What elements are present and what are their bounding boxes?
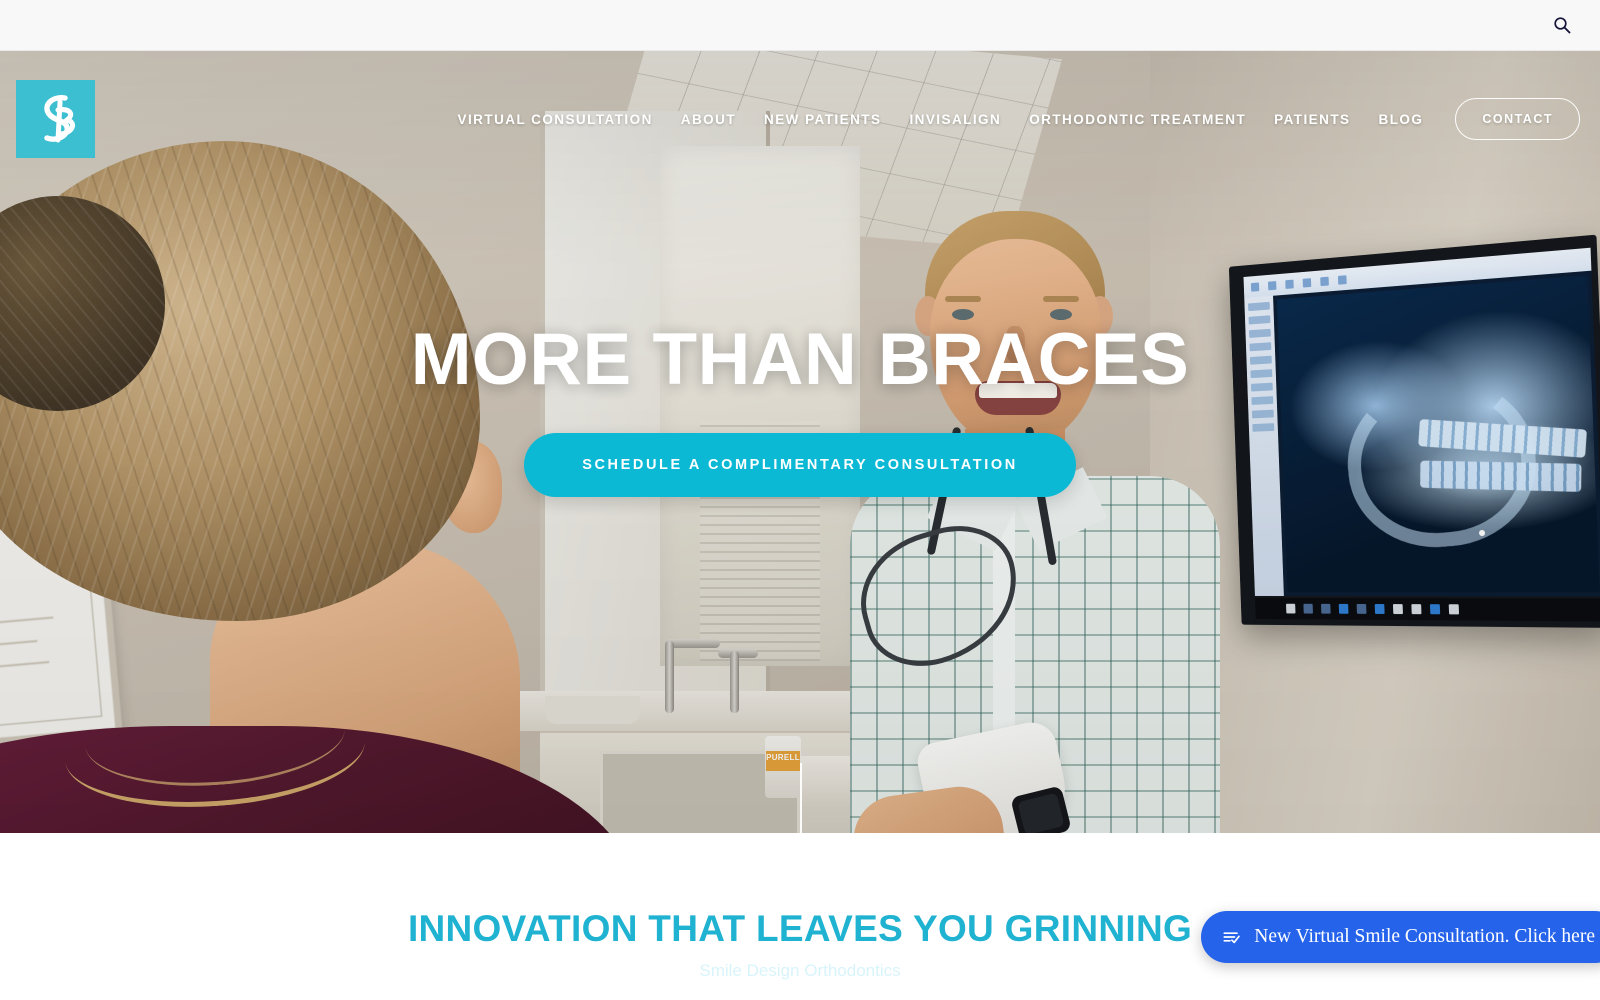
nav-new-patients[interactable]: NEW PATIENTS bbox=[750, 112, 895, 127]
nav-patients[interactable]: PATIENTS bbox=[1260, 112, 1364, 127]
sb-monogram-icon bbox=[43, 95, 75, 143]
sb-monogram-logo[interactable] bbox=[16, 80, 95, 158]
virtual-consultation-cta[interactable]: New Virtual Smile Consultation. Click he… bbox=[1201, 911, 1600, 963]
section-subheading: Smile Design Orthodontics bbox=[699, 961, 901, 980]
nav-orthodontic-treatment[interactable]: ORTHODONTIC TREATMENT bbox=[1015, 112, 1260, 127]
contact-button[interactable]: CONTACT bbox=[1455, 98, 1580, 140]
site-header: VIRTUAL CONSULTATION ABOUT NEW PATIENTS … bbox=[0, 51, 1600, 187]
search-icon bbox=[1554, 17, 1571, 34]
nav-blog[interactable]: BLOG bbox=[1365, 112, 1438, 127]
search-button[interactable] bbox=[1542, 5, 1582, 45]
nav-virtual-consultation[interactable]: VIRTUAL CONSULTATION bbox=[444, 112, 667, 127]
top-utility-bar bbox=[0, 0, 1600, 51]
hero-title: MORE THAN BRACES bbox=[410, 318, 1190, 400]
main-navigation: VIRTUAL CONSULTATION ABOUT NEW PATIENTS … bbox=[444, 51, 1600, 187]
nav-about[interactable]: ABOUT bbox=[667, 112, 750, 127]
checklist-icon bbox=[1223, 932, 1240, 944]
cta-label: New Virtual Smile Consultation. Click he… bbox=[1254, 926, 1595, 947]
nav-invisalign[interactable]: INVISALIGN bbox=[895, 112, 1015, 127]
schedule-consultation-button[interactable]: SCHEDULE A COMPLIMENTARY CONSULTATION bbox=[524, 432, 1076, 497]
